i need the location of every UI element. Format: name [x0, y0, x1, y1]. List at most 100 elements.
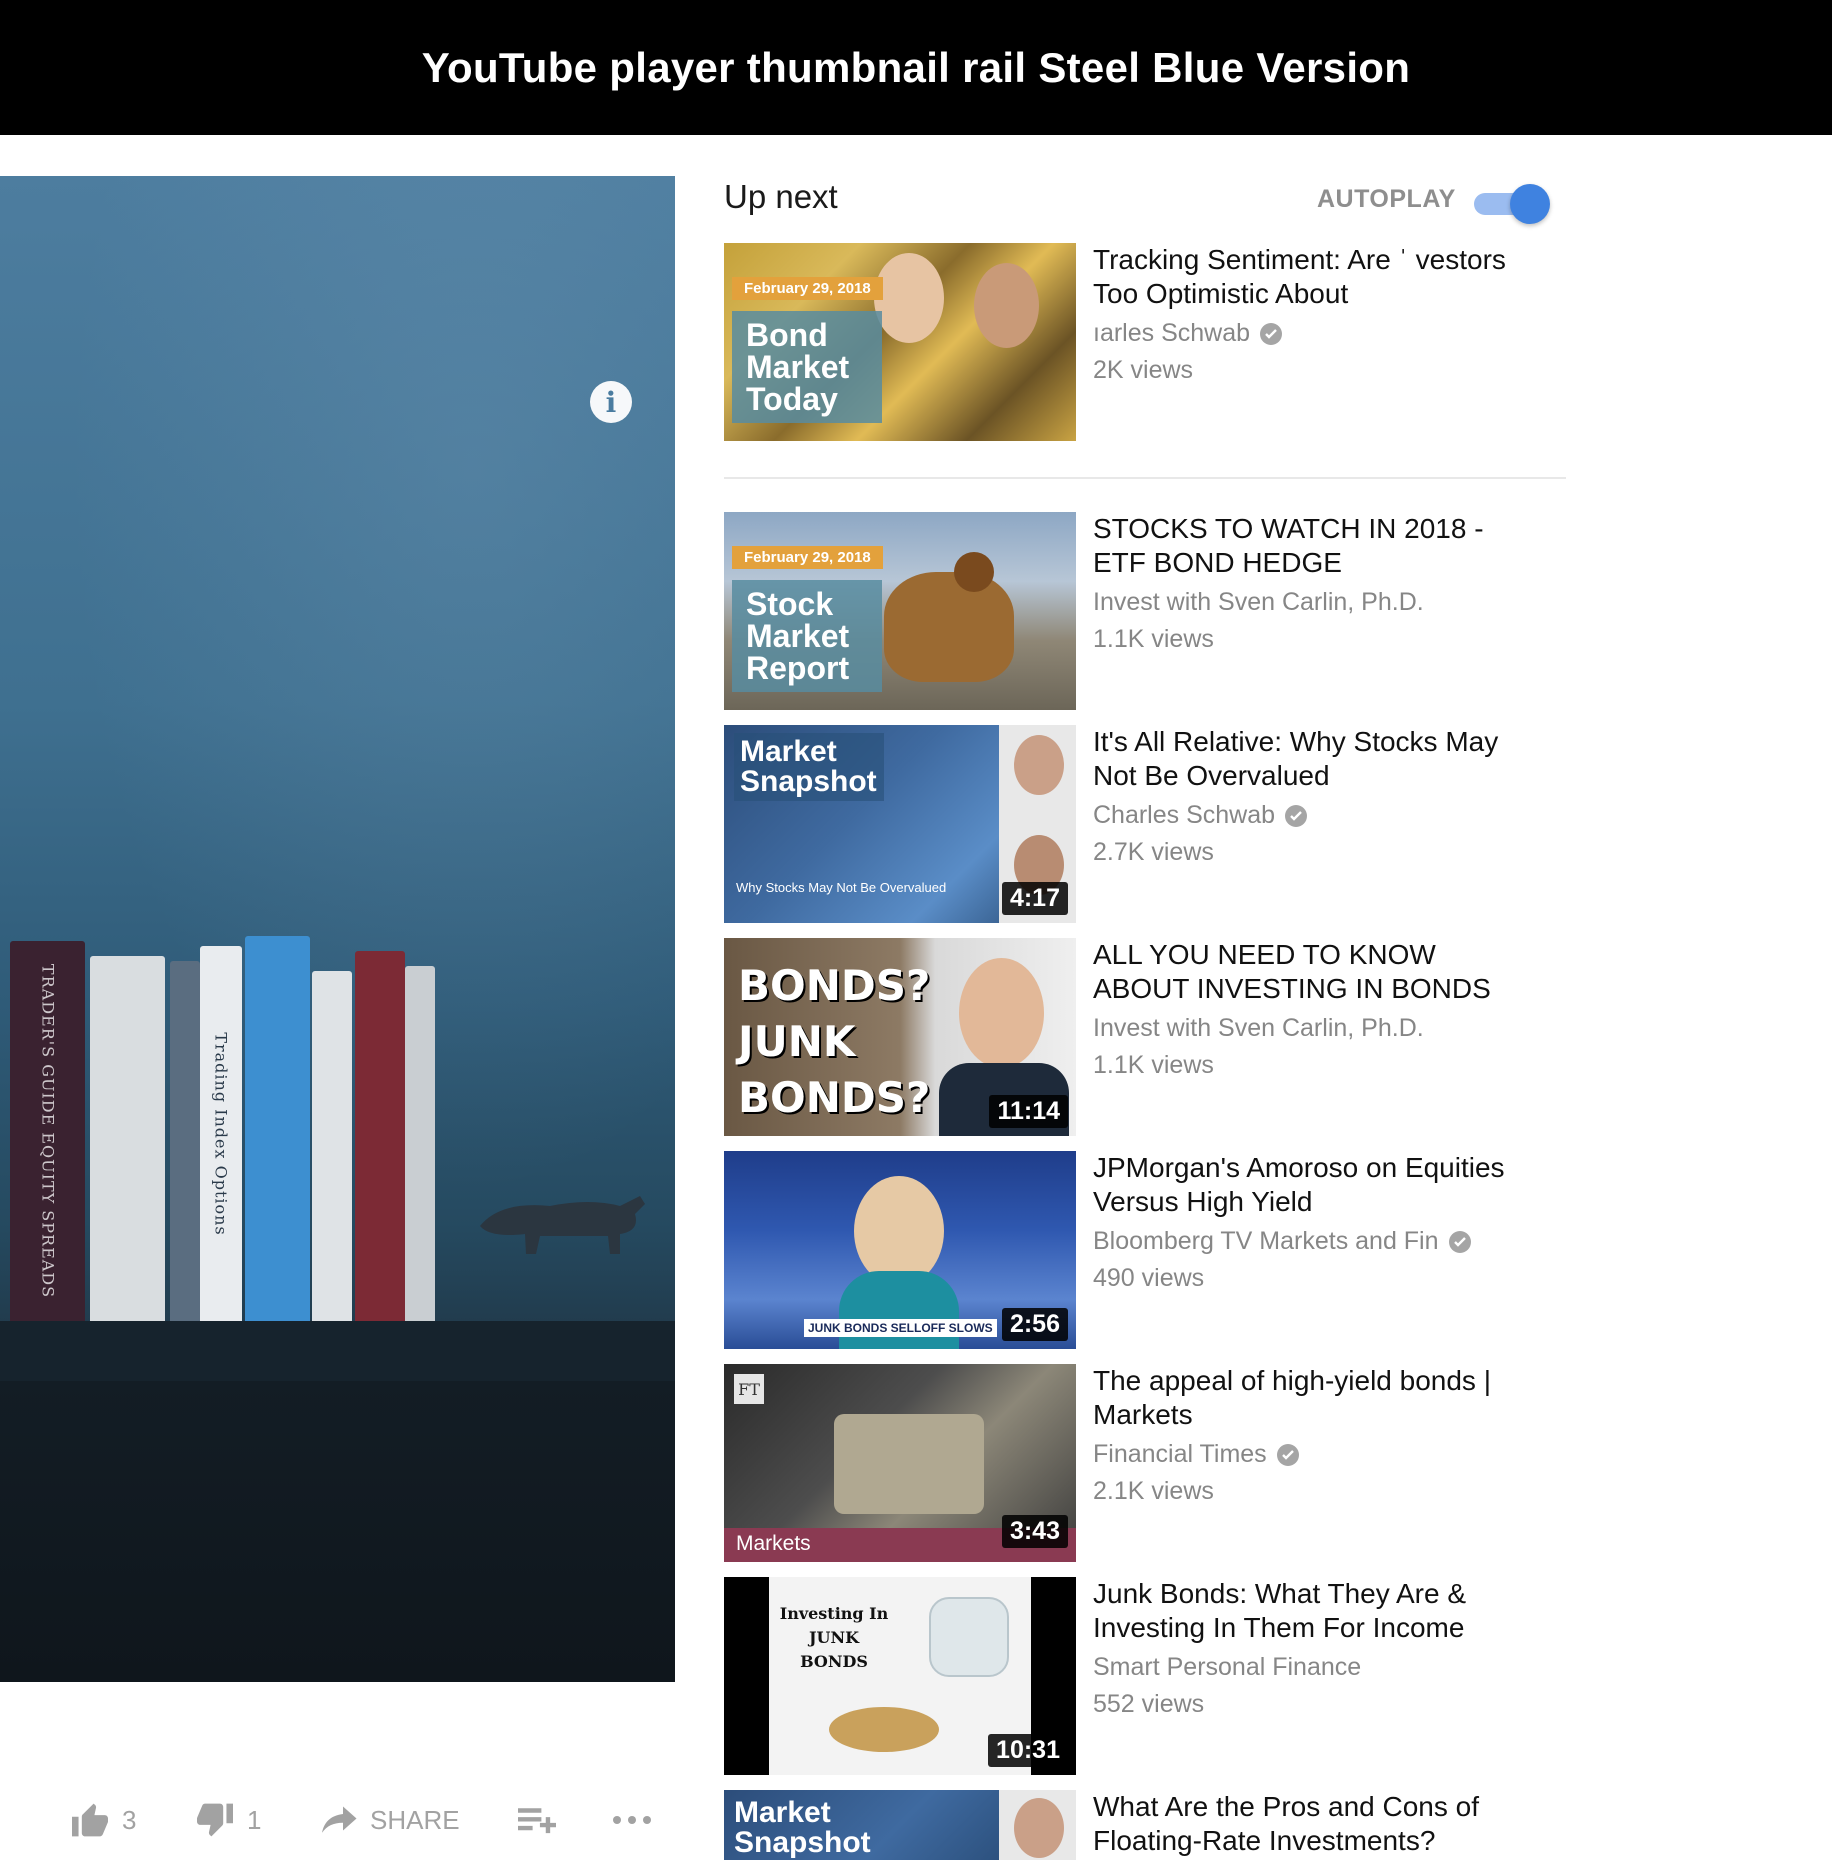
verified-check-icon	[1276, 1443, 1299, 1466]
channel-label: Smart Personal Finance	[1093, 1653, 1362, 1681]
share-label: SHARE	[370, 1804, 460, 1835]
bull-figurine	[480, 1196, 645, 1254]
book-spine	[245, 936, 310, 1321]
up-next-item[interactable]: February 29, 2018 Bond Market Today Trac…	[724, 243, 1566, 441]
channel-label: Financial Times	[1093, 1440, 1267, 1468]
video-thumbnail[interactable]: FT Markets 3:43	[724, 1364, 1076, 1562]
shelf-top	[0, 1321, 675, 1381]
channel-label: Invest with Sven Carlin, Ph.D.	[1093, 588, 1424, 616]
ft-badge: FT	[734, 1374, 764, 1404]
channel-name[interactable]: Invest with Sven Carlin, Ph.D.	[1093, 1014, 1533, 1043]
up-next-item[interactable]: JUNK BONDS SELLOFF SLOWS 2:56 JPMorgan's…	[724, 1151, 1566, 1349]
channel-name[interactable]: Smart Personal Finance	[1093, 1653, 1533, 1682]
video-thumbnail[interactable]: BONDS? JUNK BONDS? 11:14	[724, 938, 1076, 1136]
view-count: 2.7K views	[1093, 838, 1214, 866]
autoplay-toggle[interactable]	[1474, 184, 1550, 224]
verified-check-icon	[1448, 1230, 1471, 1253]
rail-divider	[724, 477, 1566, 479]
up-next-item[interactable]: Market Snapshot What Are the Pros and Co…	[724, 1790, 1566, 1860]
page-title: YouTube player thumbnail rail Steel Blue…	[421, 43, 1411, 91]
video-duration: 10:31	[988, 1734, 1068, 1767]
more-actions-button[interactable]	[612, 1790, 652, 1850]
video-thumbnail[interactable]: Investing In JUNK BONDS 10:31	[724, 1577, 1076, 1775]
thumbnail-date-tag: February 29, 2018	[732, 277, 883, 300]
video-thumbnail[interactable]: February 29, 2018 Bond Market Today	[724, 243, 1076, 441]
book-spine	[312, 971, 352, 1321]
view-count: 1.1K views	[1093, 625, 1214, 653]
video-title[interactable]: The appeal of high-yield bonds | Markets	[1093, 1364, 1533, 1432]
video-title[interactable]: What Are the Pros and Cons of Floating-R…	[1093, 1790, 1533, 1858]
up-next-item[interactable]: Investing In JUNK BONDS 10:31 Junk Bonds…	[724, 1577, 1566, 1775]
video-meta: JPMorgan's Amoroso on Equities Versus Hi…	[1093, 1151, 1533, 1293]
view-count: 490 views	[1093, 1264, 1205, 1292]
book-spine: TRADER'S GUIDE EQUITY SPREADS	[10, 941, 85, 1321]
dislike-button[interactable]: 1	[195, 1790, 261, 1850]
video-title[interactable]: JPMorgan's Amoroso on Equities Versus Hi…	[1093, 1151, 1533, 1219]
thumbnail-overlay-text: Market Snapshot	[734, 733, 884, 801]
video-title[interactable]: ALL YOU NEED TO KNOW ABOUT INVESTING IN …	[1093, 938, 1533, 1006]
thumbs-down-icon	[197, 1803, 233, 1837]
view-count: 2K views	[1093, 356, 1194, 384]
channel-name[interactable]: Invest with Sven Carlin, Ph.D.	[1093, 588, 1533, 617]
video-meta: ALL YOU NEED TO KNOW ABOUT INVESTING IN …	[1093, 938, 1533, 1080]
video-title[interactable]: It's All Relative: Why Stocks May Not Be…	[1093, 725, 1533, 793]
like-count: 3	[122, 1804, 137, 1835]
video-duration: 4:17	[1001, 882, 1068, 915]
up-next-item[interactable]: Market Snapshot Why Stocks May Not Be Ov…	[724, 725, 1566, 923]
playlist-add-icon	[518, 1808, 556, 1834]
page-title-bar: YouTube player thumbnail rail Steel Blue…	[0, 0, 1832, 135]
video-meta: STOCKS TO WATCH IN 2018 - ETF BOND HEDGE…	[1093, 512, 1533, 654]
video-duration: 3:43	[1001, 1515, 1068, 1548]
video-thumbnail[interactable]: February 29, 2018 Stock Market Report	[724, 512, 1076, 710]
thumbnail-date-tag: February 29, 2018	[732, 546, 883, 569]
video-meta: What Are the Pros and Cons of Floating-R…	[1093, 1790, 1533, 1858]
book-spine	[405, 966, 435, 1321]
channel-label: Bloomberg TV Markets and Fin	[1093, 1227, 1439, 1255]
verified-check-icon	[1285, 804, 1308, 827]
thumbnail-overlay-text: Markets	[736, 1532, 811, 1555]
thumbnail-caption: JUNK BONDS SELLOFF SLOWS	[804, 1319, 997, 1337]
autoplay-toggle-knob	[1510, 184, 1550, 224]
info-icon[interactable]: i	[590, 381, 632, 423]
like-button[interactable]: 3	[70, 1790, 136, 1850]
view-count: 552 views	[1093, 1690, 1205, 1718]
video-meta: The appeal of high-yield bonds | Markets…	[1093, 1364, 1533, 1506]
video-title[interactable]: STOCKS TO WATCH IN 2018 - ETF BOND HEDGE	[1093, 512, 1533, 580]
video-player[interactable]: TRADER'S GUIDE EQUITY SPREADS Trading In…	[0, 176, 675, 1682]
thumbnail-overlay-text: Investing In JUNK BONDS	[779, 1604, 889, 1671]
video-thumbnail[interactable]: JUNK BONDS SELLOFF SLOWS 2:56	[724, 1151, 1076, 1349]
up-next-label: Up next	[724, 178, 838, 215]
add-to-playlist-button[interactable]	[518, 1790, 556, 1850]
channel-name[interactable]: Bloomberg TV Markets and Fin	[1093, 1227, 1533, 1256]
video-title[interactable]: Junk Bonds: What They Are & Investing In…	[1093, 1577, 1533, 1645]
video-title[interactable]: Tracking Sentiment: Are ˈ vestors Too Op…	[1093, 243, 1533, 311]
video-thumbnail[interactable]: Market Snapshot Why Stocks May Not Be Ov…	[724, 725, 1076, 923]
book-spine	[355, 951, 405, 1321]
video-meta: Tracking Sentiment: Are ˈ vestors Too Op…	[1093, 243, 1533, 385]
up-next-item[interactable]: BONDS? JUNK BONDS? 11:14 ALL YOU NEED TO…	[724, 938, 1566, 1136]
video-thumbnail[interactable]: Market Snapshot	[724, 1790, 1076, 1860]
autoplay-label: AUTOPLAY	[1317, 185, 1456, 213]
channel-label: Charles Schwab	[1093, 801, 1276, 829]
thumbs-up-icon	[72, 1803, 108, 1837]
up-next-item[interactable]: February 29, 2018 Stock Market Report ST…	[724, 512, 1566, 710]
video-duration: 11:14	[989, 1095, 1068, 1128]
channel-name[interactable]: ıarles Schwab	[1093, 319, 1533, 348]
up-next-item[interactable]: FT Markets 3:43 The appeal of high-yield…	[724, 1364, 1566, 1562]
share-arrow-icon	[322, 1806, 357, 1833]
video-meta: It's All Relative: Why Stocks May Not Be…	[1093, 725, 1533, 867]
channel-name[interactable]: Charles Schwab	[1093, 801, 1533, 830]
verified-check-icon	[1260, 322, 1283, 345]
book-spine	[170, 961, 200, 1321]
channel-label: Invest with Sven Carlin, Ph.D.	[1093, 1014, 1424, 1042]
channel-name[interactable]: Financial Times	[1093, 1440, 1533, 1469]
thumbnail-caption: Why Stocks May Not Be Overvalued	[736, 880, 947, 895]
share-button[interactable]: SHARE	[322, 1790, 460, 1850]
book-spine	[90, 956, 165, 1321]
thumbnail-overlay-text: Market Snapshot	[734, 1796, 871, 1859]
video-meta: Junk Bonds: What They Are & Investing In…	[1093, 1577, 1533, 1719]
shelf-front	[0, 1381, 675, 1682]
channel-label: ıarles Schwab	[1093, 319, 1251, 347]
video-actions: 3 1 SHARE	[0, 1790, 675, 1850]
book-spine: Trading Index Options	[200, 946, 242, 1321]
